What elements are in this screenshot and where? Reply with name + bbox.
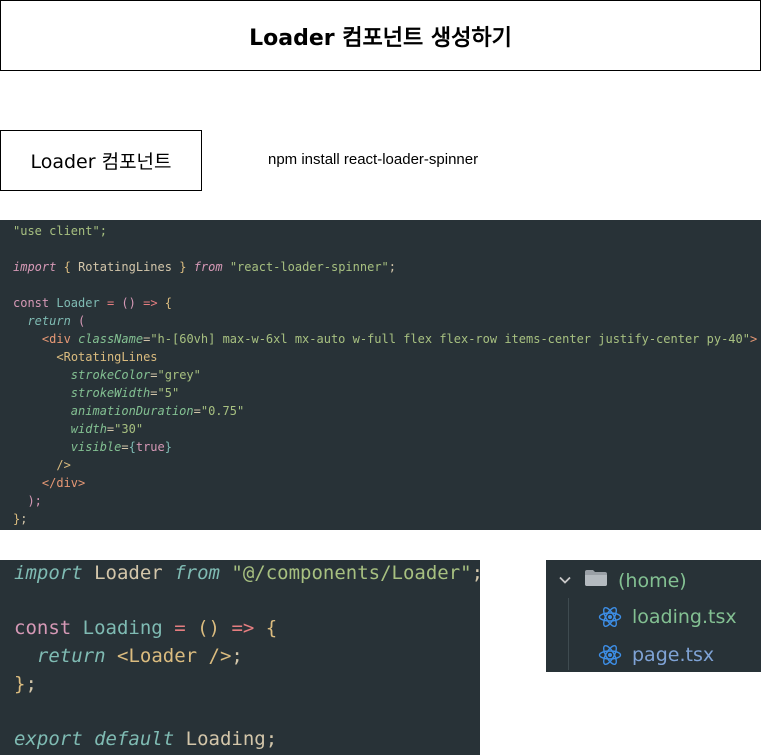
code-line: export default Loading;: [14, 728, 278, 751]
default-keyword: default: [94, 728, 175, 751]
export-name: Loading: [185, 728, 266, 751]
code-line: "use client";: [0, 222, 761, 240]
import-source: "@/components/Loader": [231, 562, 472, 584]
code-line: strokeWidth="5": [70, 386, 180, 400]
chevron-down-icon[interactable]: [558, 570, 576, 592]
div-close-tag: div: [56, 476, 79, 490]
import-keyword: import: [14, 562, 83, 584]
return-keyword: return: [36, 645, 106, 668]
prop-name: animationDuration: [70, 404, 194, 418]
file-name: loading.tsx: [632, 605, 737, 628]
prop-name: strokeWidth: [70, 386, 151, 400]
folder-name: (home): [618, 569, 687, 592]
folder-icon: [584, 569, 608, 592]
code-line: import { RotatingLines } from "react-loa…: [13, 260, 397, 274]
code-line: <div className="h-[60vh] max-w-6xl mx-au…: [41, 332, 758, 346]
code-line: return (: [27, 314, 86, 328]
file-page-tsx[interactable]: page.tsx: [598, 636, 714, 673]
code-line: const Loader = () => {: [13, 296, 173, 310]
prop-value: "grey": [157, 368, 201, 382]
install-command: npm install react-loader-spinner: [268, 151, 479, 168]
spinner-tag: RotatingLines: [63, 350, 158, 364]
folder-home[interactable]: (home): [558, 562, 687, 599]
component-name: Loading: [82, 617, 163, 640]
import-keyword: import: [13, 260, 57, 274]
loading-code-block: import Loader from "@/components/Loader"…: [0, 560, 480, 755]
div-tag: div: [49, 332, 71, 346]
prop-name: strokeColor: [70, 368, 151, 382]
page-title: Loader 컴포넌트 생성하기: [249, 25, 512, 51]
classname-value: "h-[60vh] max-w-6xl mx-auto w-full flex …: [150, 332, 750, 346]
code-line: const Loading = () => {: [14, 617, 278, 640]
tree-indent-guide: [568, 598, 569, 670]
code-line: </div>: [41, 476, 86, 490]
import-name: Loader: [94, 562, 163, 584]
from-keyword: from: [174, 562, 220, 584]
code-line: />: [56, 458, 71, 472]
export-keyword: export: [14, 728, 83, 751]
file-loading-tsx[interactable]: loading.tsx: [598, 598, 737, 635]
classname-attr: className: [78, 332, 144, 346]
file-name: page.tsx: [632, 643, 715, 666]
code-line: };: [13, 512, 28, 526]
component-name: Loader: [56, 296, 100, 310]
visible-value: true: [135, 440, 165, 454]
prop-value: "5": [157, 386, 180, 400]
react-icon: [598, 605, 622, 629]
section-label-box: Loader 컴포넌트: [0, 130, 202, 191]
prop-value: "0.75": [200, 404, 245, 418]
code-line: <RotatingLines: [56, 350, 158, 364]
section-label: Loader 컴포넌트: [30, 151, 172, 173]
code-line: return <Loader />;: [36, 645, 243, 668]
code-line: strokeColor="grey": [70, 368, 201, 382]
code-line: );: [27, 494, 42, 508]
directive-string: "use client";: [13, 224, 107, 238]
code-line: import Loader from "@/components/Loader"…: [0, 560, 480, 588]
file-explorer: (home) loading.tsx page.tsx: [546, 560, 761, 672]
prop-value: "30": [114, 422, 144, 436]
import-source: "react-loader-spinner": [229, 260, 389, 274]
const-keyword: const: [13, 296, 50, 310]
return-keyword: return: [27, 314, 71, 328]
visible-attr: visible: [70, 440, 122, 454]
import-name: RotatingLines: [78, 260, 172, 274]
code-line: animationDuration="0.75": [70, 404, 245, 418]
code-line: visible={true}: [70, 440, 172, 454]
react-icon: [598, 643, 622, 667]
return-tag: Loader: [128, 645, 198, 668]
code-line: width="30": [70, 422, 144, 436]
from-keyword: from: [193, 260, 223, 274]
prop-name: width: [70, 422, 107, 436]
loader-code-block: "use client"; import { RotatingLines } f…: [0, 220, 761, 530]
page-title-box: Loader 컴포넌트 생성하기: [0, 0, 761, 71]
const-keyword: const: [14, 617, 72, 640]
code-line: };: [14, 672, 37, 695]
